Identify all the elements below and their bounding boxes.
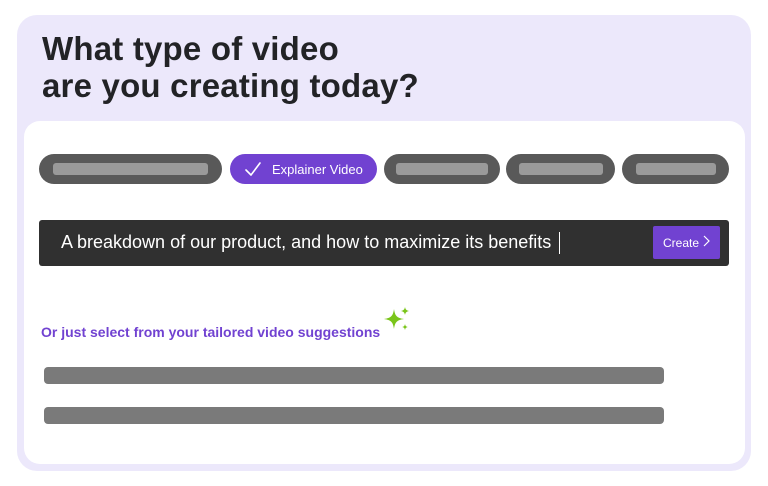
chip-placeholder-bar (635, 163, 716, 175)
suggestion-item-1[interactable] (44, 367, 664, 384)
chip-placeholder-bar (518, 163, 603, 175)
page-title-line-2: are you creating today? (42, 67, 419, 104)
chip-placeholder-bar (53, 163, 208, 175)
prompt-text: A breakdown of our product, and how to m… (61, 231, 561, 255)
prompt-input[interactable]: A breakdown of our product, and how to m… (39, 220, 729, 266)
chip-label: Explainer Video (272, 161, 363, 177)
page-title-line-1: What type of video (42, 30, 339, 67)
check-icon (244, 160, 262, 178)
video-type-chip-5[interactable] (622, 154, 729, 184)
chip-placeholder-bar (396, 163, 488, 175)
prompt-value: A breakdown of our product, and how to m… (61, 231, 552, 252)
create-button-label: Create (662, 235, 700, 250)
chevron-right-icon (703, 235, 710, 250)
video-type-chip-explainer[interactable]: Explainer Video (230, 154, 377, 184)
video-type-chip-4[interactable] (506, 154, 615, 184)
create-button[interactable]: Create (653, 226, 720, 259)
text-caret (559, 232, 561, 255)
suggestions-label: Or just select from your tailored video … (41, 324, 381, 340)
sparkle-icon (382, 305, 412, 335)
video-type-chip-3[interactable] (384, 154, 500, 184)
video-type-chip-1[interactable] (39, 154, 222, 184)
page-title: What type of video are you creating toda… (42, 30, 419, 104)
suggestion-item-2[interactable] (44, 407, 664, 424)
